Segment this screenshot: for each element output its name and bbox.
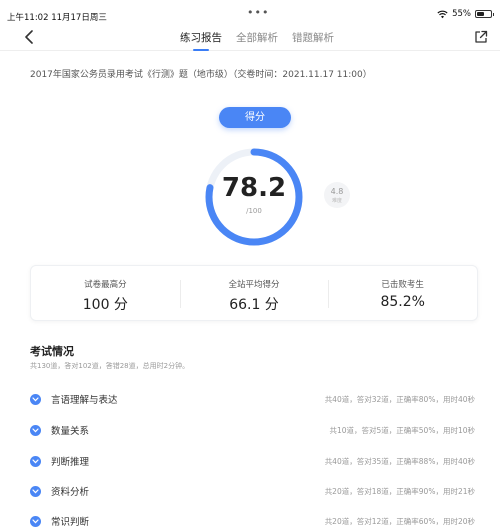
category-stats: 共40道，答对35道，正确率88%，用时40秒 xyxy=(324,456,475,466)
category-row-data-analysis[interactable]: 资料分析 共20道，答对18道，正确率90%，用时21秒 xyxy=(30,481,475,501)
category-stats: 共40道，答对32道，正确率80%，用时40秒 xyxy=(324,394,475,404)
chevron-down-icon xyxy=(30,485,41,497)
category-name: 数量关系 xyxy=(51,426,90,437)
section-summary: 共130道，答对102道，答错28道，总用时2分钟。 xyxy=(30,362,190,370)
stat-label: 试卷最高分 xyxy=(84,280,127,290)
difficulty-value: 4.8 xyxy=(330,187,344,196)
difficulty-label: 难度 xyxy=(331,198,342,204)
tab-practice-report[interactable]: 练习报告 xyxy=(180,30,222,51)
stat-value: 66.1 分 xyxy=(229,297,279,313)
back-chevron-icon xyxy=(25,30,33,44)
share-button[interactable] xyxy=(474,29,490,45)
wifi-icon xyxy=(437,10,448,18)
score-label-button[interactable]: 得分 xyxy=(219,107,291,128)
stat-beaten-percent: 已击败考生 85.2% xyxy=(328,266,477,320)
exam-title: 2017年国家公务员录用考试《行测》题（地市级）（交卷时间：2021.11.17… xyxy=(30,70,372,80)
battery-percent: 55% xyxy=(452,9,471,19)
stat-highest-score: 试卷最高分 100 分 xyxy=(31,266,180,320)
multitask-dots[interactable]: ••• xyxy=(247,7,269,18)
report-tabs: 练习报告 全部解析 错题解析 xyxy=(180,30,334,51)
status-indicators: 55% xyxy=(437,9,494,19)
category-row-quantitative[interactable]: 数量关系 共10道，答对5道，正确率50%，用时10秒 xyxy=(30,420,475,440)
category-row-common-sense[interactable]: 常识判断 共20道，答对12道，正确率60%，用时20秒 xyxy=(30,511,475,531)
category-name: 言语理解与表达 xyxy=(51,395,118,406)
stat-value: 100 分 xyxy=(82,297,128,313)
back-button[interactable] xyxy=(20,28,38,46)
category-name: 常识判断 xyxy=(51,517,90,528)
chevron-down-icon xyxy=(30,424,41,436)
status-bar: 上午11:02 11月17日周三 ••• 55% xyxy=(0,0,500,23)
section-title: 考试情况 xyxy=(30,345,74,358)
category-stats: 共20道，答对18道，正确率90%，用时21秒 xyxy=(324,486,475,496)
stat-label: 全站平均得分 xyxy=(228,280,280,290)
tab-all-analysis[interactable]: 全部解析 xyxy=(236,30,278,51)
score-total: /100 xyxy=(246,207,262,215)
score-value: 78.2 xyxy=(221,173,287,203)
battery-fill xyxy=(477,12,485,16)
category-name: 资料分析 xyxy=(51,487,90,498)
stats-card: 试卷最高分 100 分 全站平均得分 66.1 分 已击败考生 85.2% xyxy=(30,265,478,321)
category-stats: 共10道，答对5道，正确率50%，用时10秒 xyxy=(329,425,475,435)
stat-label: 已击败考生 xyxy=(381,280,424,290)
category-row-reasoning[interactable]: 判断推理 共40道，答对35道，正确率88%，用时40秒 xyxy=(30,451,475,471)
nav-bar: 练习报告 全部解析 错题解析 xyxy=(0,25,500,51)
stat-value: 85.2% xyxy=(380,294,425,310)
share-icon xyxy=(475,30,488,43)
category-name: 判断推理 xyxy=(51,457,90,468)
tab-wrong-analysis[interactable]: 错题解析 xyxy=(292,30,334,51)
difficulty-badge: 4.8 难度 xyxy=(324,182,350,208)
stat-average-score: 全站平均得分 66.1 分 xyxy=(179,266,329,320)
chevron-down-icon xyxy=(30,515,41,527)
category-row-verbal[interactable]: 言语理解与表达 共40道，答对32道，正确率80%，用时40秒 xyxy=(30,389,475,409)
battery-icon xyxy=(475,10,494,18)
chevron-down-icon xyxy=(30,393,41,405)
status-time-date: 上午11:02 11月17日周三 xyxy=(7,13,107,23)
category-stats: 共20道，答对12道，正确率60%，用时20秒 xyxy=(324,516,475,526)
chevron-down-icon xyxy=(30,455,41,467)
